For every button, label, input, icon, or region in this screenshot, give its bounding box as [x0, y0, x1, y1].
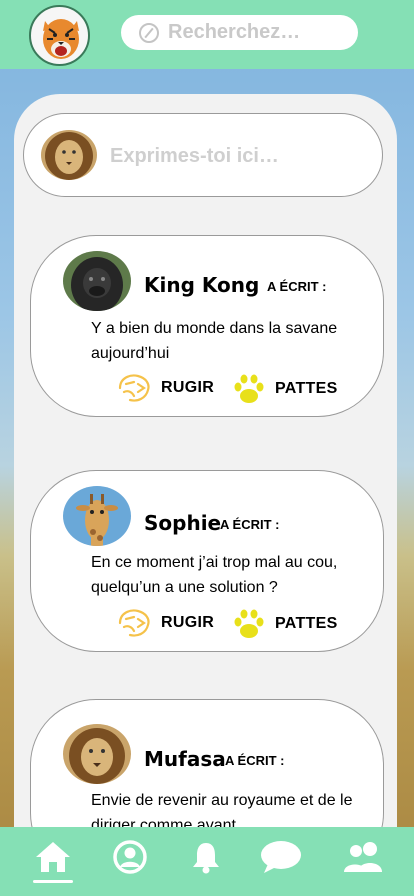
- roar-button[interactable]: RUGIR: [116, 607, 214, 639]
- lion-roar-icon: [118, 374, 150, 402]
- friends-icon[interactable]: [342, 837, 386, 877]
- bottom-nav: [0, 827, 414, 896]
- active-tab-indicator: [33, 880, 73, 883]
- wrote-label: A ÉCRIT :: [225, 753, 285, 768]
- post-author[interactable]: Mufasa: [144, 747, 226, 771]
- giraffe-avatar-icon[interactable]: [63, 486, 131, 546]
- paw-icon: [234, 609, 264, 638]
- lion-roar-icon: [118, 609, 150, 637]
- home-icon[interactable]: [33, 837, 73, 877]
- post-author[interactable]: King Kong: [144, 273, 259, 297]
- search-input[interactable]: Recherchez…: [168, 21, 300, 44]
- lion-avatar-icon: [41, 130, 97, 180]
- chat-icon[interactable]: [260, 837, 302, 877]
- roar-label: RUGIR: [161, 614, 215, 631]
- paw-icon: [234, 374, 264, 403]
- roar-label: RUGIR: [161, 379, 215, 396]
- wrote-label: A ÉCRIT :: [267, 279, 327, 294]
- paws-label: PATTES: [275, 380, 338, 397]
- compose-box[interactable]: Exprimes-toi ici…: [23, 113, 383, 197]
- search-bar[interactable]: Recherchez…: [121, 15, 358, 50]
- post-text: En ce moment j’ai trop mal au cou, quelq…: [91, 554, 338, 596]
- bell-icon[interactable]: [189, 837, 223, 877]
- lion-avatar-icon[interactable]: [63, 724, 131, 784]
- post-card: Sophie A ÉCRIT : En ce moment j’ai trop …: [30, 470, 384, 652]
- paws-button[interactable]: PATTES: [232, 372, 338, 406]
- roar-button[interactable]: RUGIR: [116, 372, 214, 404]
- post-card: King Kong A ÉCRIT : Y a bien du monde da…: [30, 235, 384, 417]
- paws-button[interactable]: PATTES: [232, 607, 338, 641]
- tiger-avatar-icon[interactable]: [29, 5, 90, 66]
- wrote-label: A ÉCRIT :: [220, 517, 280, 532]
- profile-icon[interactable]: [111, 837, 149, 877]
- post-author[interactable]: Sophie: [144, 511, 221, 535]
- paws-label: PATTES: [275, 615, 338, 632]
- gorilla-avatar-icon[interactable]: [63, 251, 131, 311]
- compass-icon: [139, 22, 159, 43]
- post-text: Y a bien du monde dans la savane aujourd…: [91, 320, 338, 362]
- compose-input[interactable]: Exprimes-toi ici…: [110, 145, 279, 168]
- top-bar: Recherchez…: [0, 0, 414, 69]
